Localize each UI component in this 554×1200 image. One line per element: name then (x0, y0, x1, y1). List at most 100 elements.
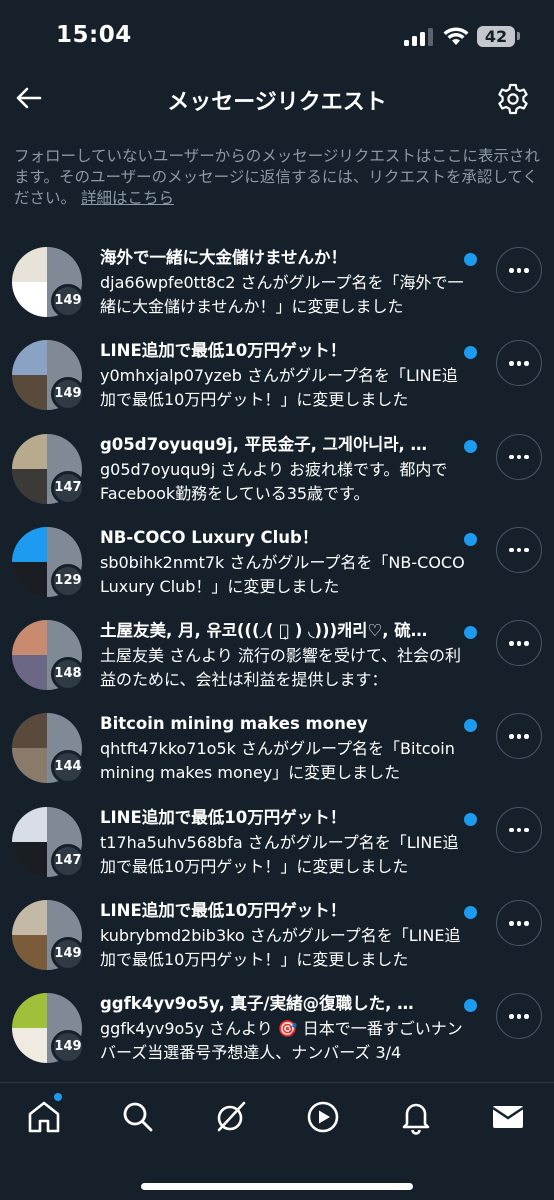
more-dot-icon (516, 361, 521, 366)
avatar-tile (12, 655, 47, 691)
more-dot-icon (524, 734, 529, 739)
request-title: g05d7oyuqu9j, 平民金子, 그게아니라, … (100, 434, 428, 454)
request-title: 土屋友美, 月, 유코(((◞( ＿ͅ ) ◟)))캐리♡, 硫… (100, 621, 428, 641)
unread-dot (464, 532, 477, 546)
request-message: g05d7oyuqu9j さんより お疲れ様です。都内でFacebook勤務をし… (100, 459, 448, 503)
request-message: qhtft47kko71o5k さんがグループ名を「Bitcoin mining… (100, 739, 455, 783)
avatar-tile (12, 247, 47, 282)
learn-more-link[interactable]: 詳細はこちら (81, 189, 174, 207)
member-count-badge: 147 (51, 843, 85, 878)
message-request-list: 149 海外で一緒に大金儲けませんか！ dja66wpfe0tt8c2 さんがグルー… (0, 233, 554, 1073)
more-dot-icon (524, 454, 529, 460)
more-dot-icon (524, 1014, 529, 1019)
unread-dot (464, 719, 477, 733)
more-options-button[interactable] (496, 247, 542, 293)
more-options-button[interactable] (496, 340, 542, 387)
page-title: メッセージリクエスト (167, 90, 387, 115)
request-message: kubrybmd2bib3ko さんがグループ名を「LINE追加で最低10万円ゲ… (100, 926, 461, 970)
more-dot-icon (516, 827, 521, 833)
battery-nub (517, 32, 520, 40)
more-dot-icon (524, 268, 529, 273)
more-dot-icon (509, 454, 514, 460)
member-count-badge: 147 (51, 470, 85, 505)
more-options-button[interactable] (496, 526, 542, 573)
search-icon[interactable] (120, 1099, 156, 1135)
battery-indicator: 42 (477, 26, 515, 47)
member-count-badge: 129 (51, 563, 85, 598)
avatar-tile (12, 993, 47, 1029)
more-options-button[interactable] (496, 900, 542, 947)
request-message: t17ha5uhv568bfa さんがグループ名を「LINE追加で最低10万円ゲ… (100, 832, 459, 876)
message-request-row[interactable]: 149 ggfk4yv9o5y, 真子/実緒@復職した, … ggfk4yv9o5y… (0, 979, 554, 1072)
request-message: sb0bihk2nmt7k さんがグループ名を「NB-COCO Luxury C… (100, 552, 465, 596)
home-notification-dot (54, 1093, 62, 1101)
more-dot-icon (516, 454, 521, 460)
avatar-tile (12, 620, 47, 656)
avatar-tile (12, 900, 47, 936)
more-dot-icon (509, 547, 514, 553)
messages-envelope-icon[interactable] (490, 1099, 526, 1135)
request-message: y0mhxjalp07yzeb さんがグループ名を「LINE追加で最低10万円ゲ… (100, 366, 458, 410)
avatar-tile (12, 282, 47, 317)
message-request-row[interactable]: 147 LINE追加で最低10万円ゲット！ t17ha5uhv568bfa さんがグ… (0, 793, 554, 886)
message-request-row[interactable]: 149 LINE追加で最低10万円ゲット！ y0mhxjalp07yzeb さんがグ… (0, 326, 554, 419)
more-dot-icon (509, 921, 514, 926)
avatar-tile (12, 841, 47, 877)
unread-dot (464, 346, 477, 360)
more-options-button[interactable] (496, 713, 542, 760)
unread-dot (464, 812, 477, 826)
avatar-tile (12, 1028, 47, 1064)
more-dot-icon (509, 361, 514, 366)
avatar-tile (12, 713, 47, 749)
unread-dot (464, 439, 477, 453)
avatar-tile (12, 340, 47, 376)
more-options-button[interactable] (496, 993, 542, 1040)
message-request-row[interactable]: 149 海外で一緒に大金儲けませんか！ dja66wpfe0tt8c2 さんがグルー… (0, 233, 554, 326)
avatar-tile (12, 806, 47, 842)
unread-dot (464, 253, 477, 266)
member-count-badge: 149 (51, 284, 85, 318)
member-count-badge: 149 (51, 937, 85, 972)
more-options-button[interactable] (496, 433, 542, 480)
message-request-row[interactable]: 129 NB-COCO Luxury Club！ sb0bihk2nmt7k さんが… (0, 513, 554, 606)
more-options-button[interactable] (496, 806, 542, 853)
video-icon[interactable] (305, 1099, 341, 1135)
notifications-bell-icon[interactable] (398, 1099, 434, 1135)
message-request-row[interactable]: 144 Bitcoin mining makes money qhtft47kko7… (0, 699, 554, 792)
more-dot-icon (516, 268, 521, 273)
settings-gear-icon[interactable] (496, 82, 530, 116)
home-indicator (141, 1183, 413, 1190)
unread-dot (464, 906, 477, 920)
avatar-tile (12, 935, 47, 971)
request-title: LINE追加で最低10万円ゲット！ (100, 341, 347, 361)
avatar-tile (12, 526, 47, 562)
request-message: ggfk4yv9o5y さんより 🎯 日本で一番すごいナンバーズ当選番号予想達人… (100, 1019, 463, 1063)
message-request-row[interactable]: 148 土屋友美, 月, 유코(((◞( ＿ͅ ) ◟)))캐리♡, 硫… 土屋友美… (0, 606, 554, 699)
request-message: 土屋友美 さんより 流行の影響を受けて、社会の利益のために、会社は利益を提供しま… (100, 646, 462, 690)
message-request-row[interactable]: 149 LINE追加で最低10万円ゲット！ kubrybmd2bib3ko さんがグ… (0, 886, 554, 979)
more-dot-icon (524, 827, 529, 833)
avatar-tile (12, 748, 47, 784)
request-title: LINE追加で最低10万円ゲット！ (100, 901, 347, 921)
more-dot-icon (524, 921, 529, 926)
request-title: LINE追加で最低10万円ゲット！ (100, 807, 347, 827)
avatar-tile (12, 375, 47, 411)
unread-dot (464, 999, 477, 1013)
wifi-icon (443, 27, 469, 45)
avatar-tile (12, 468, 47, 504)
more-dot-icon (509, 734, 514, 739)
more-dot-icon (516, 547, 521, 553)
request-title: ggfk4yv9o5y, 真子/実緒@復職した, … (100, 994, 414, 1014)
grok-icon[interactable] (213, 1099, 249, 1135)
message-request-row[interactable]: 147 g05d7oyuqu9j, 平民金子, 그게아니라, … g05d7oyuq… (0, 420, 554, 513)
home-icon[interactable] (26, 1099, 62, 1135)
more-dot-icon (524, 361, 529, 366)
more-dot-icon (509, 268, 514, 273)
avatar-tile (12, 433, 47, 469)
more-dot-icon (509, 827, 514, 833)
more-options-button[interactable] (496, 620, 542, 667)
more-dot-icon (516, 734, 521, 739)
more-dot-icon (524, 547, 529, 553)
avatar-tile (12, 561, 47, 597)
status-time: 15:04 (56, 22, 132, 48)
